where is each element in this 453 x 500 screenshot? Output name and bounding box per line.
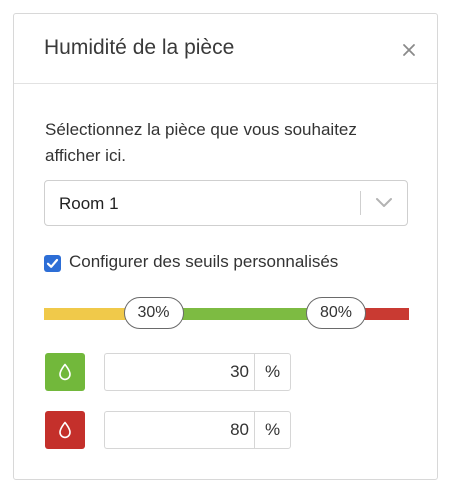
high-threshold-handle[interactable]: 80% <box>306 297 366 329</box>
high-threshold-unit: % <box>254 411 291 449</box>
check-icon <box>46 258 59 268</box>
low-threshold-color-button[interactable] <box>45 353 85 391</box>
room-select[interactable]: Room 1 <box>44 180 408 226</box>
room-humidity-panel: Humidité de la pièce Sélectionnez la piè… <box>13 13 438 480</box>
panel-header: Humidité de la pièce <box>14 14 437 84</box>
water-drop-icon <box>59 421 71 439</box>
high-threshold-input[interactable] <box>104 411 255 449</box>
panel-title: Humidité de la pièce <box>44 36 235 59</box>
custom-thresholds-checkbox[interactable] <box>44 255 61 272</box>
select-separator <box>360 191 361 215</box>
low-threshold-handle[interactable]: 30% <box>123 297 184 329</box>
close-button[interactable] <box>401 42 417 58</box>
water-drop-icon <box>59 363 71 381</box>
close-icon <box>403 44 415 56</box>
high-threshold-color-button[interactable] <box>45 411 85 449</box>
custom-thresholds-label[interactable]: Configurer des seuils personnalisés <box>69 252 338 272</box>
threshold-range-slider[interactable]: 30% 80% <box>44 297 409 331</box>
room-select-value: Room 1 <box>59 194 119 213</box>
chevron-down-icon[interactable] <box>375 197 393 209</box>
low-threshold-unit: % <box>254 353 291 391</box>
low-threshold-input[interactable] <box>104 353 255 391</box>
room-select-description: Sélectionnez la pièce que vous souhaitez… <box>45 120 357 165</box>
